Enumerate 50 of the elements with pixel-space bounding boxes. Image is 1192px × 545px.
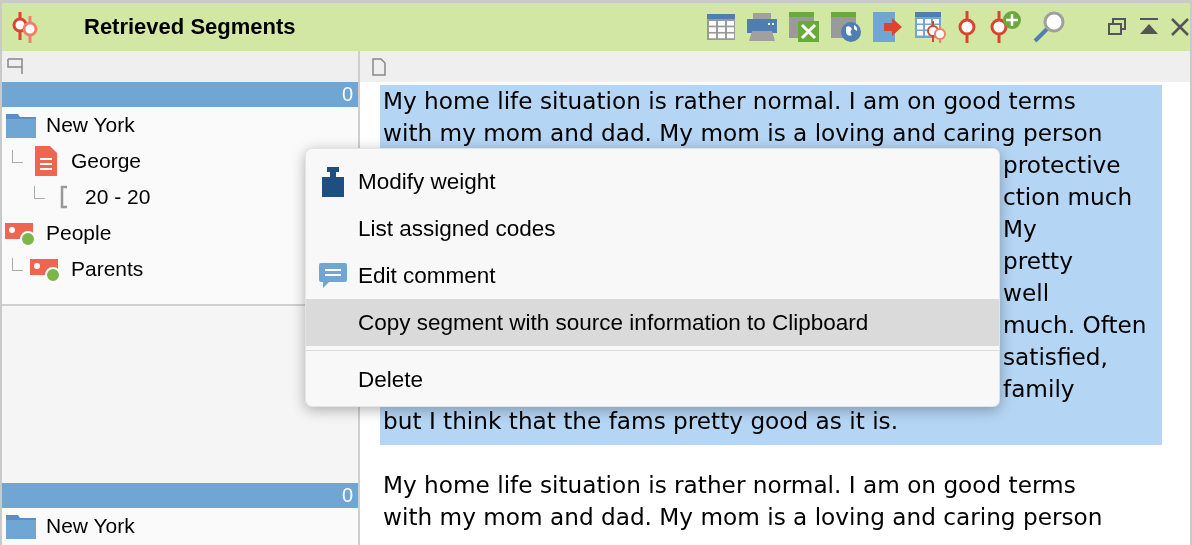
segment-text-line: well (1003, 278, 1050, 308)
close-icon[interactable] (1170, 16, 1190, 38)
segment-text-line: satisfied, (1003, 342, 1108, 372)
segment-text-line: protective (1003, 150, 1121, 180)
menu-item[interactable]: Delete (306, 356, 999, 403)
segment-text-line: much. Often (1003, 310, 1147, 340)
segment-text-line: My home life situation is rather normal. I am on good terms (383, 86, 1076, 116)
tree-item-label[interactable]: 20 - 20 (85, 185, 151, 209)
restore-window-icon[interactable] (1106, 16, 1128, 38)
tree-item-label[interactable]: Parents (71, 257, 144, 281)
code-icon[interactable] (956, 10, 978, 44)
menu-item[interactable]: Edit comment (306, 252, 999, 299)
window-title: Retrieved Segments (84, 14, 297, 40)
menu-item[interactable]: Copy segment with source information to Clipboard (306, 299, 999, 346)
weight-icon (321, 165, 345, 198)
flag-icon (6, 56, 24, 77)
search-icon[interactable] (1032, 10, 1066, 44)
segment-text-line: pretty (1003, 246, 1073, 276)
table-codes-icon[interactable] (914, 11, 946, 43)
comment-icon (318, 261, 348, 290)
tree-connector (34, 185, 45, 199)
folder-icon (5, 512, 37, 540)
segment-text-line: with my mom and dad. My mom is a loving and caring person (383, 502, 1103, 532)
segment-text-line: but I think that the fams pretty good as it is. (383, 406, 899, 436)
segment-count: 0 (341, 83, 353, 106)
menu-item[interactable]: Modify weight (306, 158, 999, 205)
tree-item-label[interactable]: New York (46, 514, 135, 538)
tree-connector (12, 257, 23, 271)
globe-table-icon[interactable] (830, 11, 862, 43)
segment-count: 0 (341, 484, 353, 507)
segment-text-line: My home life situation is rather normal. I am on good terms (383, 470, 1076, 500)
document-icon (34, 145, 58, 177)
tree-item-label[interactable]: George (71, 149, 142, 173)
export-arrow-icon[interactable] (872, 11, 904, 43)
document-outline-icon (372, 57, 386, 76)
segments-logo-icon (10, 10, 40, 44)
spreadsheet-export-icon[interactable] (788, 11, 820, 43)
segment-bracket-icon (59, 185, 69, 209)
folder-icon (5, 111, 37, 139)
tree-item-label[interactable]: People (46, 221, 112, 245)
tree-item-label[interactable]: New York (46, 113, 135, 137)
segment-text-line: family (1003, 374, 1075, 404)
segment-text-line: ction much (1003, 182, 1133, 212)
table-icon[interactable] (706, 12, 736, 42)
segment-text-line: My (1003, 214, 1037, 244)
tree-connector (12, 149, 23, 163)
add-code-icon[interactable] (988, 10, 1022, 44)
segment-text-line: with my mom and dad. My mom is a loving and caring person (383, 118, 1103, 148)
printer-icon[interactable] (746, 12, 778, 42)
menu-item[interactable]: List assigned codes (306, 205, 999, 252)
